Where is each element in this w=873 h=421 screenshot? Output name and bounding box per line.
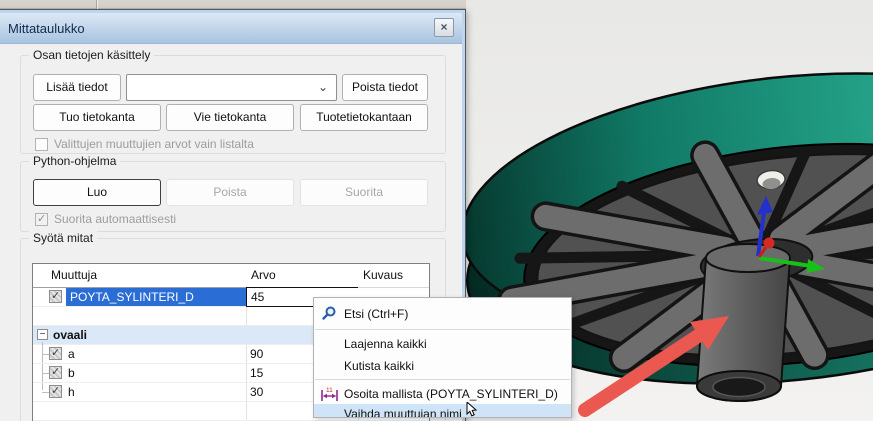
magnifier-icon [314,306,344,321]
dimension-icon: 11 [314,386,344,402]
variable-value[interactable]: 15 [250,366,263,380]
menu-item-find[interactable]: Etsi (Ctrl+F) [314,301,571,326]
variable-name: a [68,347,75,361]
part-data-group: Osan tietojen käsittely Lisää tiedot ⌄ P… [20,55,446,154]
col-value: Arvo [251,268,276,282]
menu-item-label: Laajenna kaikki [344,337,427,351]
auto-run-checkbox-label: Suorita automaattisesti [54,212,176,226]
col-variable: Muuttuja [51,268,97,282]
menu-item-label: Etsi (Ctrl+F) [344,307,408,321]
run-program-button: Suorita [300,179,428,206]
menu-item-label: Osoita mallista (POYTA_SYLINTERI_D) [344,387,558,401]
toolbar-edge-strip [0,0,466,9]
table-header: Muuttuja Arvo Kuvaus [33,264,429,288]
variable-name: h [68,385,75,399]
mouse-cursor-icon [466,402,480,418]
checkbox-checked-icon [35,213,48,226]
add-data-button[interactable]: Lisää tiedot [33,74,121,101]
checkbox-checked-icon[interactable] [49,347,62,360]
remove-data-button[interactable]: Poista tiedot [342,74,428,101]
checkbox-checked-icon[interactable] [49,290,62,303]
list-only-checkbox-label: Valittujen muuttujien arvot vain listalt… [54,137,254,151]
checkbox-unchecked-icon[interactable] [35,138,48,151]
list-only-checkbox-row[interactable]: Valittujen muuttujien arvot vain listalt… [35,137,254,151]
create-program-button[interactable]: Luo [33,179,161,206]
toolbar-divider [96,0,98,9]
collapse-minus-icon[interactable]: − [37,329,48,340]
menu-separator [315,379,570,380]
part-data-group-label: Osan tietojen käsittely [29,48,154,62]
checkbox-checked-icon[interactable] [49,385,62,398]
chevron-down-icon[interactable]: ⌄ [318,80,328,94]
dialog-titlebar[interactable]: Mittataulukko × [0,13,462,44]
auto-run-checkbox-row: Suorita automaattisesti [35,212,176,226]
menu-item-label: Vaihda muuttujan nimi [344,407,462,419]
menu-item-expand-all[interactable]: Laajenna kaikki [314,333,571,355]
variable-value[interactable]: 30 [250,385,263,399]
delete-program-button: Poista [166,179,294,206]
variable-value[interactable]: 90 [250,347,263,361]
menu-item-rename-variable[interactable]: Vaihda muuttujan nimi [314,404,571,418]
python-group-label: Python-ohjelma [29,154,120,168]
import-database-button[interactable]: Tuo tietokanta [33,104,161,131]
measures-group-label: Syötä mitat [29,231,97,245]
data-combobox[interactable]: ⌄ [126,74,337,101]
menu-item-point-from-model[interactable]: 11 Osoita mallista (POYTA_SYLINTERI_D) [314,383,571,404]
export-database-button[interactable]: Vie tietokanta [166,104,294,131]
group-name: ovaali [53,328,87,342]
python-program-group: Python-ohjelma Luo Poista Suorita Suorit… [20,161,446,232]
close-button[interactable]: × [434,18,454,37]
menu-item-label: Kutista kaikki [344,359,414,373]
svg-text:11: 11 [326,387,333,394]
context-menu: Etsi (Ctrl+F) Laajenna kaikki Kutista ka… [313,297,572,418]
dialog-title: Mittataulukko [8,21,85,36]
variable-name: b [68,366,75,380]
checkbox-checked-icon[interactable] [49,366,62,379]
product-database-button[interactable]: Tuotetietokantaan [300,104,428,131]
menu-separator [315,329,570,330]
col-description: Kuvaus [363,268,403,282]
selected-variable-name[interactable]: POYTA_SYLINTERI_D [66,288,246,306]
menu-item-collapse-all[interactable]: Kutista kaikki [314,355,571,376]
